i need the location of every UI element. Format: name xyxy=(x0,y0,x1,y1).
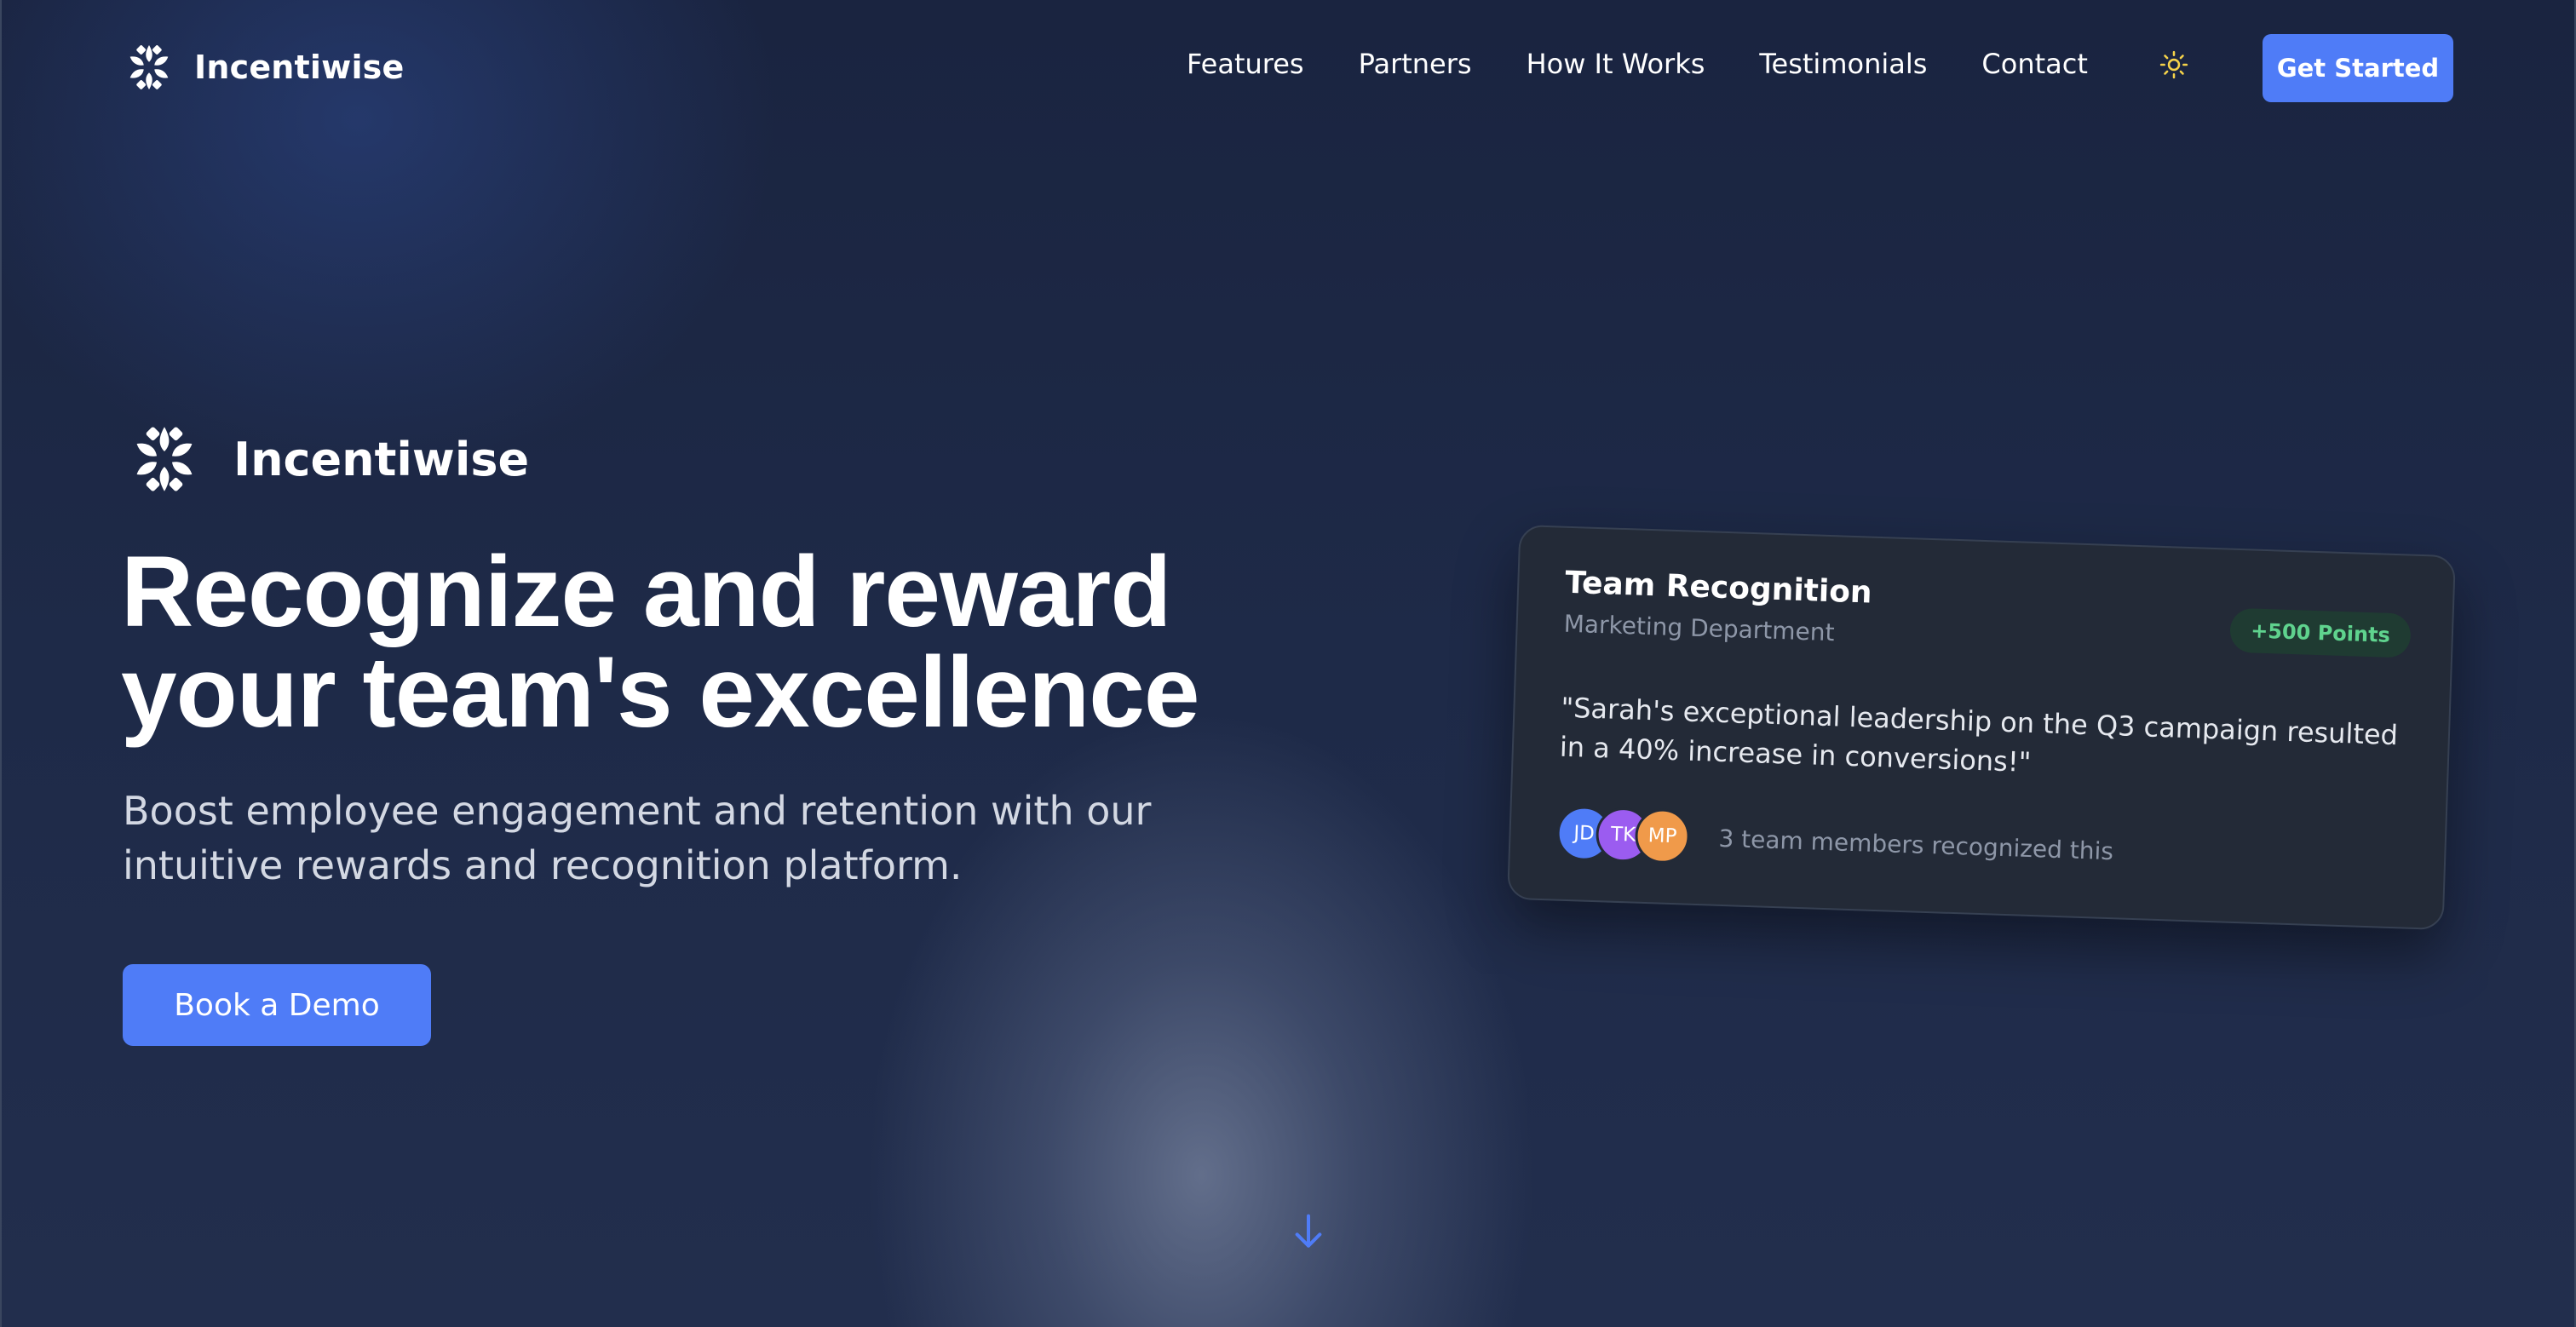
points-badge: +500 Points xyxy=(2229,607,2412,658)
nav-link-partners[interactable]: Partners xyxy=(1359,48,1472,80)
avatar-group: JD TK MP xyxy=(1555,805,1691,865)
nav-link-testimonials[interactable]: Testimonials xyxy=(1759,48,1927,80)
get-started-button[interactable]: Get Started xyxy=(2263,34,2453,102)
book-demo-button[interactable]: Book a Demo xyxy=(123,964,431,1046)
sun-icon xyxy=(2159,50,2188,79)
recognition-quote: "Sarah's exceptional leadership on the Q… xyxy=(1559,691,2399,778)
avatar: MP xyxy=(1634,807,1691,865)
hero-subtitle: Boost employee engagement and retention … xyxy=(123,784,1315,893)
card-title: Team Recognition xyxy=(1564,565,1873,611)
hero-title-line-2: your team's excellence xyxy=(121,636,1199,749)
hero-subtitle-line-1: Boost employee engagement and retention … xyxy=(123,788,1152,834)
hero-brand-name: Incentiwise xyxy=(233,432,530,486)
nav-logo-link[interactable]: Incentiwise xyxy=(123,41,404,94)
hero-subtitle-line-2: intuitive rewards and recognition platfo… xyxy=(123,842,963,888)
hero-title-line-1: Recognize and reward xyxy=(121,536,1171,648)
hero-brand: Incentiwise xyxy=(126,421,529,497)
incentiwise-logo-icon xyxy=(129,44,169,90)
scroll-down-button[interactable] xyxy=(1291,1213,1325,1250)
incentiwise-logo-icon xyxy=(136,427,193,491)
nav-brand-name: Incentiwise xyxy=(194,49,405,86)
nav-link-contact[interactable]: Contact xyxy=(1981,48,2088,80)
hero-title: Recognize and reward your team's excelle… xyxy=(121,542,1484,743)
nav-link-features[interactable]: Features xyxy=(1187,48,1304,80)
card-department: Marketing Department xyxy=(1563,609,1836,647)
recognized-count-text: 3 team members recognized this xyxy=(1717,824,2114,866)
nav-links: Features Partners How It Works Testimoni… xyxy=(1187,48,2088,80)
theme-toggle-button[interactable] xyxy=(2157,48,2191,82)
arrow-down-icon xyxy=(1295,1214,1322,1248)
top-navbar: Incentiwise Features Partners How It Wor… xyxy=(0,0,2576,136)
nav-link-how-it-works[interactable]: How It Works xyxy=(1527,48,1705,80)
team-recognition-card: Team Recognition Marketing Department +5… xyxy=(1507,524,2456,931)
